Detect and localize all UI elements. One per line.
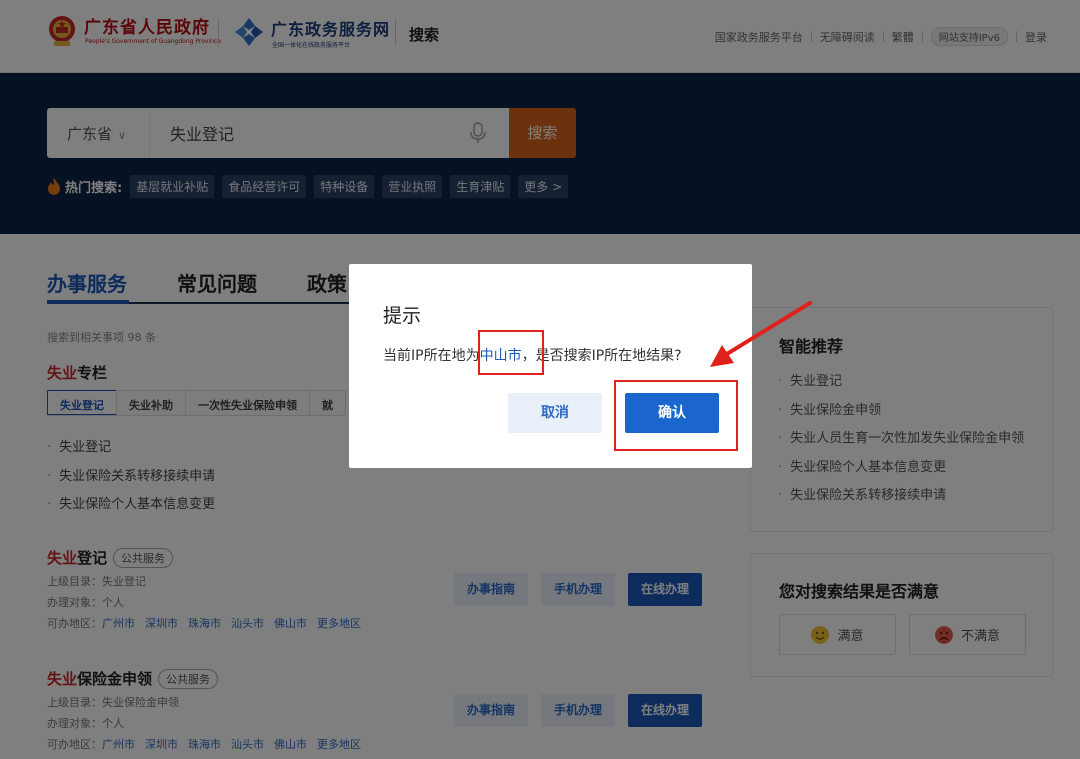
cancel-button[interactable]: 取消 — [508, 393, 602, 433]
city-highlight-box — [478, 330, 544, 375]
confirm-highlight-box — [614, 380, 738, 451]
dialog-title: 提示 — [383, 305, 422, 327]
annotation-arrow-icon — [710, 301, 812, 367]
